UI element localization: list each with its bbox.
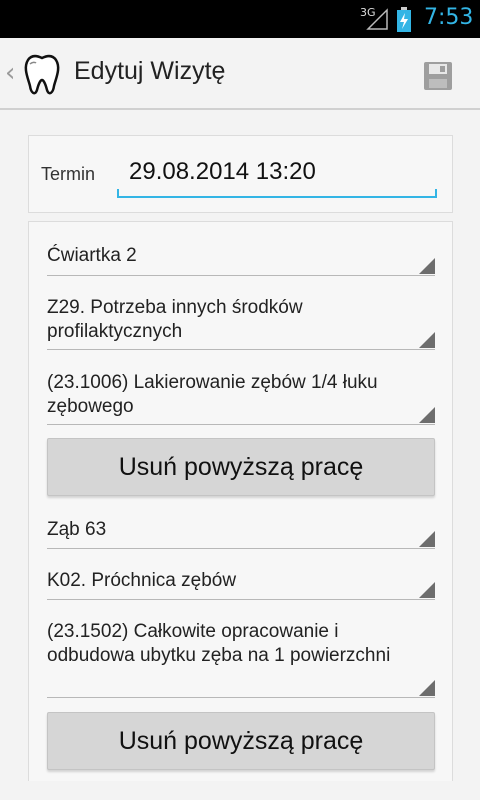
treatment-spinner[interactable]: (23.1502) Całkowite opracowanie i odbudo… (47, 620, 435, 698)
spinner-value: (23.1502) Całkowite opracowanie i odbudo… (47, 621, 391, 666)
up-caret-icon[interactable]: ‹ (5, 58, 15, 88)
spinner-value: Ćwiartka 2 (47, 245, 137, 266)
diagnosis-spinner[interactable]: K02. Próchnica zębów (47, 569, 435, 600)
spinner-value: Z29. Potrzeba innych środków profilaktyc… (47, 297, 303, 342)
termin-field[interactable]: 29.08.2014 13:20 (117, 152, 437, 198)
remove-procedure-button[interactable]: Usuń powyższą pracę (47, 712, 435, 770)
page-title: Edytuj Wizytę (74, 57, 226, 85)
quarter-spinner[interactable]: Ćwiartka 2 (47, 244, 435, 276)
spinner-value: K02. Próchnica zębów (47, 570, 237, 591)
spinner-arrow-icon (419, 332, 435, 348)
spinner-arrow-icon (419, 680, 435, 696)
termin-value: 29.08.2014 13:20 (129, 158, 316, 185)
diagnosis-spinner[interactable]: Z29. Potrzeba innych środków profilaktyc… (47, 296, 435, 350)
date-panel: Termin 29.08.2014 13:20 (28, 135, 453, 213)
tooth-spinner[interactable]: Ząb 63 (47, 518, 435, 549)
save-icon[interactable] (418, 56, 458, 96)
tooth-icon[interactable] (18, 50, 66, 98)
spinner-arrow-icon (419, 531, 435, 547)
treatment-spinner[interactable]: (23.1006) Lakierowanie zębów 1/4 łuku zę… (47, 371, 435, 425)
battery-icon (397, 7, 411, 32)
signal-icon (366, 8, 388, 30)
termin-label: Termin (41, 164, 96, 184)
procedures-panel: Ćwiartka 2 Z29. Potrzeba innych środków … (28, 221, 453, 781)
spinner-arrow-icon (419, 582, 435, 598)
spinner-value: Ząb 63 (47, 519, 107, 540)
status-bar: 3G 7:53 (0, 0, 480, 38)
remove-procedure-button[interactable]: Usuń powyższą pracę (47, 438, 435, 496)
action-bar: ‹ Edytuj Wizytę (0, 38, 480, 110)
clock: 7:53 (424, 5, 474, 30)
spinner-value: (23.1006) Lakierowanie zębów 1/4 łuku zę… (47, 372, 378, 417)
spinner-arrow-icon (419, 258, 435, 274)
spinner-arrow-icon (419, 407, 435, 423)
